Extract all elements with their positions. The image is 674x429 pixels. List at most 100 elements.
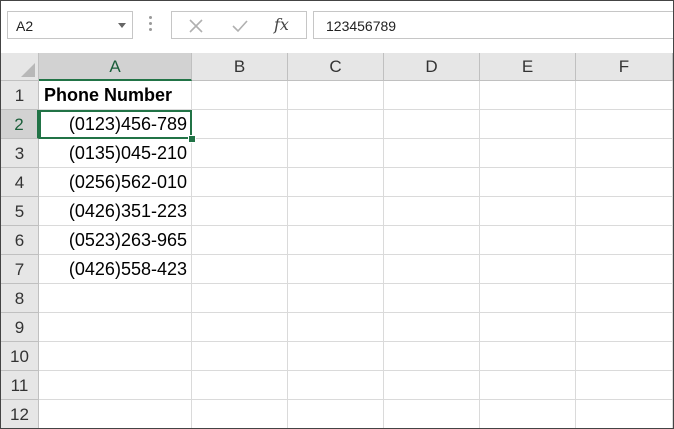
- cell-d7[interactable]: [384, 255, 480, 284]
- row-header-1[interactable]: 1: [1, 81, 39, 110]
- cell-e10[interactable]: [480, 342, 576, 371]
- cell-d11[interactable]: [384, 371, 480, 400]
- cell-c12[interactable]: [288, 400, 384, 428]
- column-header-d[interactable]: D: [384, 53, 480, 81]
- cell-c5[interactable]: [288, 197, 384, 226]
- cell-e9[interactable]: [480, 313, 576, 342]
- cell-c4[interactable]: [288, 168, 384, 197]
- cell-b6[interactable]: [192, 226, 288, 255]
- cell-c2[interactable]: [288, 110, 384, 139]
- cell-e4[interactable]: [480, 168, 576, 197]
- cell-c11[interactable]: [288, 371, 384, 400]
- cell-b12[interactable]: [192, 400, 288, 428]
- cell-b11[interactable]: [192, 371, 288, 400]
- column-header-e[interactable]: E: [480, 53, 576, 81]
- cell-a4[interactable]: (0256)562-010: [39, 168, 192, 197]
- cell-b3[interactable]: [192, 139, 288, 168]
- cell-c7[interactable]: [288, 255, 384, 284]
- cell-d1[interactable]: [384, 81, 480, 110]
- cell-a5[interactable]: (0426)351-223: [39, 197, 192, 226]
- cell-d2[interactable]: [384, 110, 480, 139]
- cell-e6[interactable]: [480, 226, 576, 255]
- column-header-f[interactable]: F: [576, 53, 673, 81]
- cell-c6[interactable]: [288, 226, 384, 255]
- worksheet-grid[interactable]: A B C D E F 1 2 3 4 5 6 7 8 9 10 11 12 P…: [1, 53, 673, 428]
- row-header-12[interactable]: 12: [1, 400, 39, 428]
- row-header-8[interactable]: 8: [1, 284, 39, 313]
- cell-c3[interactable]: [288, 139, 384, 168]
- row-header-9[interactable]: 9: [1, 313, 39, 342]
- cell-f11[interactable]: [576, 371, 673, 400]
- cell-a7[interactable]: (0426)558-423: [39, 255, 192, 284]
- row-header-10[interactable]: 10: [1, 342, 39, 371]
- cell-b9[interactable]: [192, 313, 288, 342]
- cell-a2[interactable]: (0123)456-789: [39, 110, 192, 139]
- cell-b8[interactable]: [192, 284, 288, 313]
- chevron-down-icon[interactable]: [118, 23, 126, 28]
- cell-d10[interactable]: [384, 342, 480, 371]
- cell-d6[interactable]: [384, 226, 480, 255]
- cell-e11[interactable]: [480, 371, 576, 400]
- check-icon[interactable]: [230, 16, 250, 36]
- cell-e12[interactable]: [480, 400, 576, 428]
- row-header-6[interactable]: 6: [1, 226, 39, 255]
- cell-d4[interactable]: [384, 168, 480, 197]
- cell-f4[interactable]: [576, 168, 673, 197]
- cell-d12[interactable]: [384, 400, 480, 428]
- cell-a1[interactable]: Phone Number: [39, 81, 192, 110]
- cell-b5[interactable]: [192, 197, 288, 226]
- cell-c10[interactable]: [288, 342, 384, 371]
- cell-a3[interactable]: (0135)045-210: [39, 139, 192, 168]
- select-all-button[interactable]: [1, 53, 39, 81]
- cell-a10[interactable]: [39, 342, 192, 371]
- cell-f8[interactable]: [576, 284, 673, 313]
- cell-b1[interactable]: [192, 81, 288, 110]
- cell-a12[interactable]: [39, 400, 192, 428]
- row-header-3[interactable]: 3: [1, 139, 39, 168]
- cell-b7[interactable]: [192, 255, 288, 284]
- cell-e7[interactable]: [480, 255, 576, 284]
- cell-b4[interactable]: [192, 168, 288, 197]
- cell-b10[interactable]: [192, 342, 288, 371]
- cell-c8[interactable]: [288, 284, 384, 313]
- drag-handle-icon[interactable]: [149, 16, 153, 34]
- fill-handle[interactable]: [188, 135, 196, 143]
- cell-e3[interactable]: [480, 139, 576, 168]
- cell-d8[interactable]: [384, 284, 480, 313]
- cell-f7[interactable]: [576, 255, 673, 284]
- cell-d9[interactable]: [384, 313, 480, 342]
- name-box[interactable]: A2: [7, 11, 133, 39]
- column-header-c[interactable]: C: [288, 53, 384, 81]
- cell-e1[interactable]: [480, 81, 576, 110]
- cell-a9[interactable]: [39, 313, 192, 342]
- cell-a6[interactable]: (0523)263-965: [39, 226, 192, 255]
- cell-e5[interactable]: [480, 197, 576, 226]
- cell-e8[interactable]: [480, 284, 576, 313]
- cell-f2[interactable]: [576, 110, 673, 139]
- column-header-a[interactable]: A: [39, 53, 192, 81]
- cell-f3[interactable]: [576, 139, 673, 168]
- cell-d3[interactable]: [384, 139, 480, 168]
- cell-f10[interactable]: [576, 342, 673, 371]
- row-header-2[interactable]: 2: [1, 110, 39, 139]
- cell-e2[interactable]: [480, 110, 576, 139]
- cell-d5[interactable]: [384, 197, 480, 226]
- formula-input[interactable]: 123456789: [313, 11, 673, 39]
- cell-f9[interactable]: [576, 313, 673, 342]
- cell-a11[interactable]: [39, 371, 192, 400]
- row-header-7[interactable]: 7: [1, 255, 39, 284]
- cell-f5[interactable]: [576, 197, 673, 226]
- close-icon[interactable]: [186, 16, 206, 36]
- row-header-5[interactable]: 5: [1, 197, 39, 226]
- cell-f1[interactable]: [576, 81, 673, 110]
- cell-f6[interactable]: [576, 226, 673, 255]
- cell-f12[interactable]: [576, 400, 673, 428]
- row-header-11[interactable]: 11: [1, 371, 39, 400]
- row-header-4[interactable]: 4: [1, 168, 39, 197]
- fx-icon[interactable]: fx: [274, 15, 294, 35]
- cell-c1[interactable]: [288, 81, 384, 110]
- cell-a8[interactable]: [39, 284, 192, 313]
- cell-b2[interactable]: [192, 110, 288, 139]
- cell-c9[interactable]: [288, 313, 384, 342]
- column-header-b[interactable]: B: [192, 53, 288, 81]
